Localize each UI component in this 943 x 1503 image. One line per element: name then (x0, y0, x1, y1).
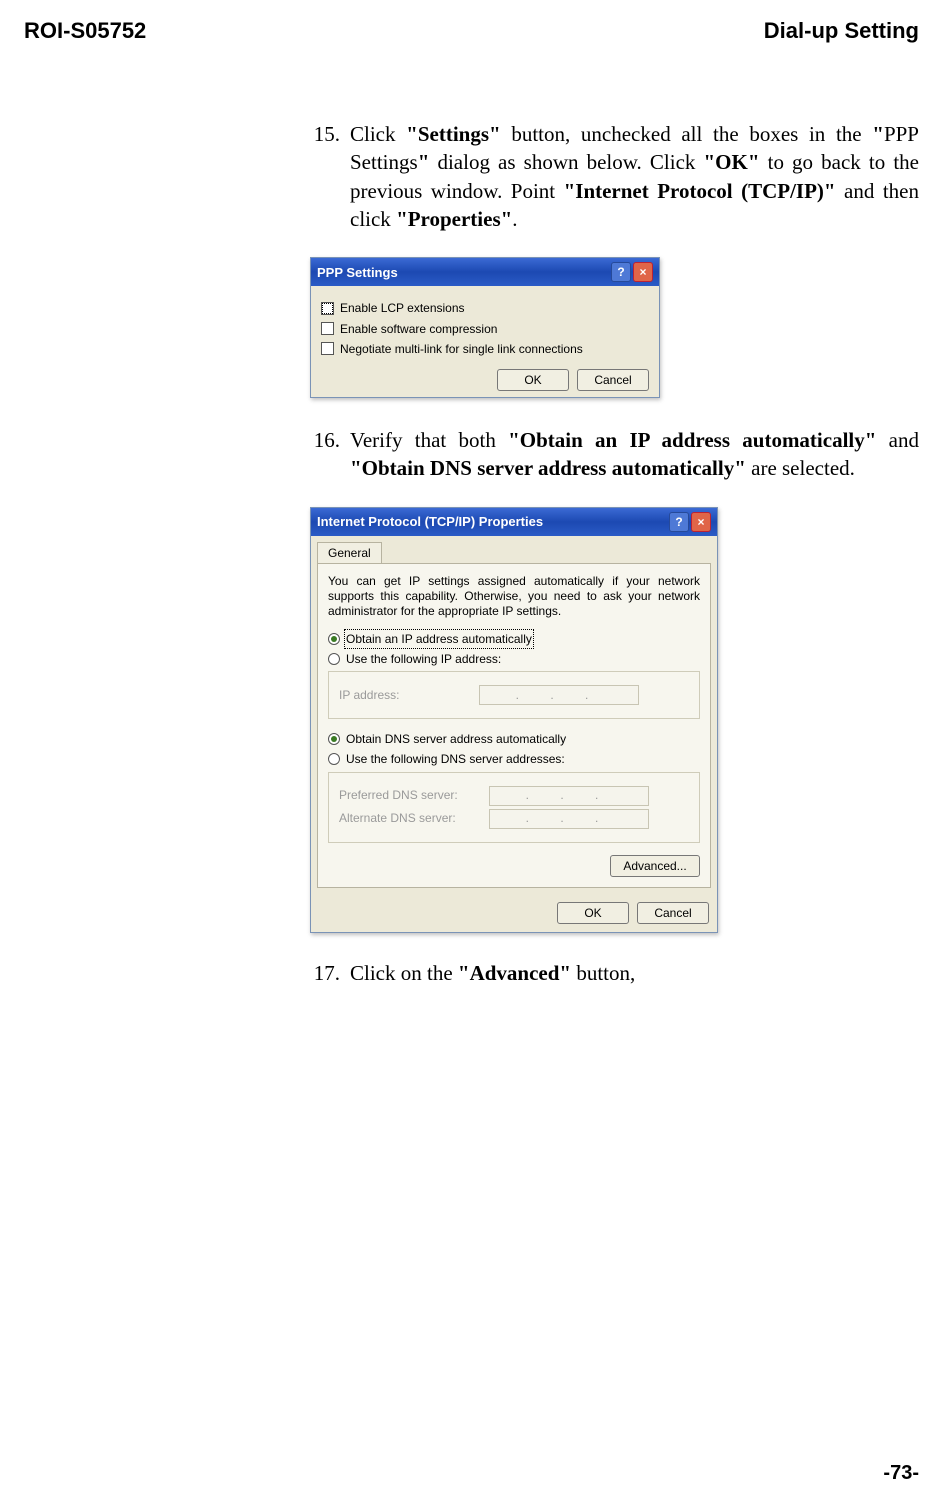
radio-obtain-ip-auto[interactable] (328, 633, 340, 645)
advanced-button[interactable]: Advanced... (610, 855, 700, 877)
titlebar: PPP Settings ? × (311, 258, 659, 286)
bold: "Properties" (396, 207, 512, 231)
text: are selected. (746, 456, 855, 480)
text: Click on the (350, 961, 458, 985)
cancel-button[interactable]: Cancel (637, 902, 709, 924)
ip-address-field: . . . (479, 685, 639, 705)
bold: "OK" (704, 150, 760, 174)
checkbox-label: Negotiate multi-link for single link con… (340, 341, 583, 357)
section-title: Dial-up Setting (764, 18, 919, 44)
step-16: 16. Verify that both "Obtain an IP addre… (310, 426, 919, 483)
bold: "Obtain an IP address automatically" (508, 428, 876, 452)
dns-group: Preferred DNS server:. . . Alternate DNS… (328, 772, 700, 843)
preferred-dns-field: . . . (489, 786, 649, 806)
checkbox-compression[interactable] (321, 322, 334, 335)
tab-general[interactable]: General (317, 542, 382, 563)
text: button, unchecked all the boxes in the (501, 122, 873, 146)
bold: "Advanced" (458, 961, 571, 985)
radio-obtain-dns-auto[interactable] (328, 733, 340, 745)
step-text: Click on the "Advanced" button, (350, 959, 919, 987)
checkbox-label: Enable software compression (340, 321, 497, 337)
step-text: Verify that both "Obtain an IP address a… (350, 426, 919, 483)
radio-use-dns[interactable] (328, 753, 340, 765)
text: and (876, 428, 919, 452)
ok-button[interactable]: OK (557, 902, 629, 924)
doc-id: ROI-S05752 (24, 18, 146, 44)
text: button, (571, 961, 635, 985)
step-number: 15. (310, 120, 350, 233)
bold: " (872, 122, 884, 146)
help-button[interactable]: ? (611, 262, 631, 282)
radio-use-ip[interactable] (328, 653, 340, 665)
radio-label: Use the following IP address: (346, 651, 501, 667)
dialog-title: PPP Settings (317, 264, 398, 282)
ip-address-label: IP address: (339, 687, 479, 703)
bold: "Obtain DNS server address automatically… (350, 456, 746, 480)
text: dialog as shown below. Click (429, 150, 703, 174)
bold: " (418, 150, 430, 174)
bold: "Internet Protocol (TCP/IP)" (564, 179, 836, 203)
dialog-description: You can get IP settings assigned automat… (328, 574, 700, 619)
cancel-button[interactable]: Cancel (577, 369, 649, 391)
ppp-settings-dialog: PPP Settings ? × Enable LCP extensions E… (310, 257, 660, 398)
tcpip-properties-dialog: Internet Protocol (TCP/IP) Properties ? … (310, 507, 718, 933)
checkbox-multilink[interactable] (321, 342, 334, 355)
radio-label: Obtain DNS server address automatically (346, 731, 566, 747)
titlebar: Internet Protocol (TCP/IP) Properties ? … (311, 508, 717, 536)
bold: "Settings" (406, 122, 501, 146)
text: Click (350, 122, 406, 146)
radio-label: Obtain an IP address automatically (346, 631, 532, 647)
ok-button[interactable]: OK (497, 369, 569, 391)
dialog-title: Internet Protocol (TCP/IP) Properties (317, 513, 543, 531)
step-17: 17. Click on the "Advanced" button, (310, 959, 919, 987)
text: . (512, 207, 517, 231)
preferred-dns-label: Preferred DNS server: (339, 787, 489, 803)
checkbox-label: Enable LCP extensions (340, 300, 465, 316)
page-number: -73- (883, 1462, 919, 1485)
close-button[interactable]: × (633, 262, 653, 282)
step-15: 15. Click "Settings" button, unchecked a… (310, 120, 919, 233)
checkbox-lcp[interactable] (321, 302, 334, 315)
step-text: Click "Settings" button, unchecked all t… (350, 120, 919, 233)
step-number: 17. (310, 959, 350, 987)
alternate-dns-field: . . . (489, 809, 649, 829)
radio-label: Use the following DNS server addresses: (346, 751, 565, 767)
help-button[interactable]: ? (669, 512, 689, 532)
close-button[interactable]: × (691, 512, 711, 532)
step-number: 16. (310, 426, 350, 483)
alternate-dns-label: Alternate DNS server: (339, 810, 489, 826)
text: Verify that both (350, 428, 508, 452)
ip-group: IP address:. . . (328, 671, 700, 719)
